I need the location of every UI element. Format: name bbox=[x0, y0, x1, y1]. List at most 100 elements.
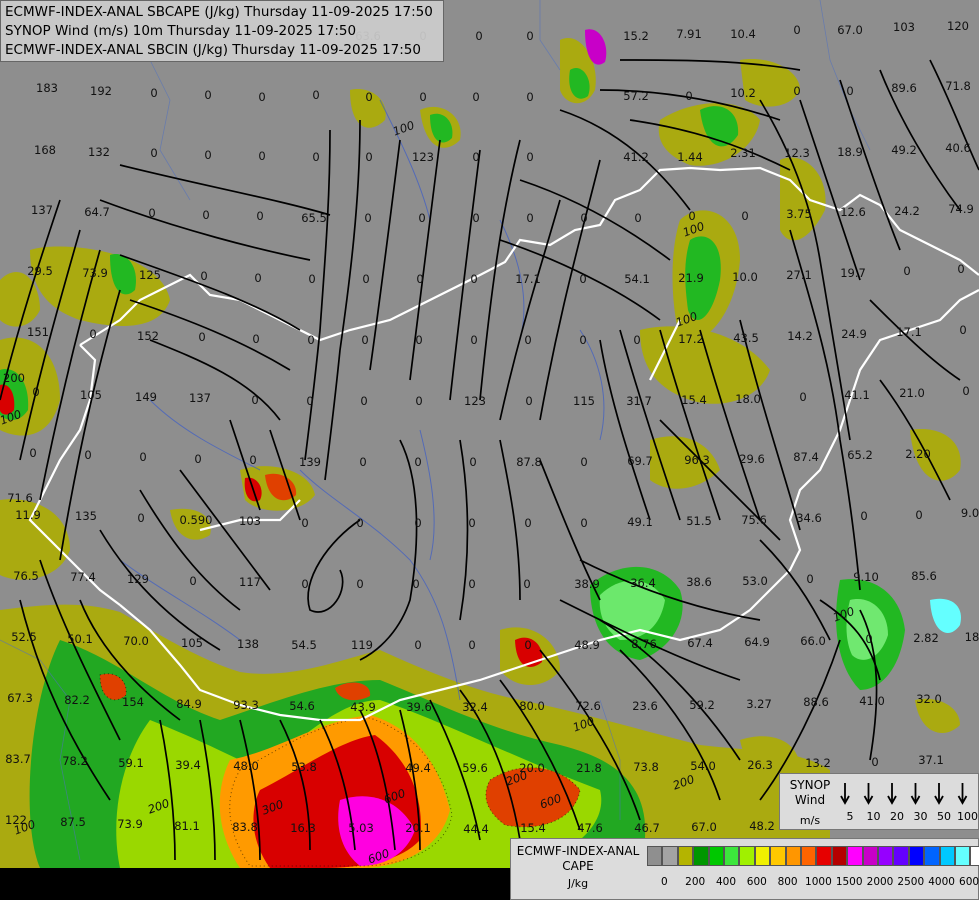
cape-value-label: 139 bbox=[299, 455, 321, 469]
cape-value-label: 0 bbox=[526, 211, 533, 225]
cape-value-label: 76.5 bbox=[13, 569, 39, 583]
cape-value-label: 3.75 bbox=[786, 207, 812, 221]
cape-value-label: 67.0 bbox=[837, 23, 863, 37]
cape-value-label: 103 bbox=[239, 514, 261, 528]
cape-value-label: 119 bbox=[351, 638, 373, 652]
cape-value-label: 0 bbox=[472, 211, 479, 225]
cape-value-label: 67.4 bbox=[687, 636, 713, 650]
legend-swatch bbox=[724, 846, 740, 866]
cape-value-label: 0 bbox=[202, 208, 209, 222]
legend-tick-label: 1500 bbox=[835, 876, 863, 888]
cape-value-label: 0 bbox=[959, 323, 966, 337]
cape-value-label: 24.9 bbox=[841, 327, 867, 341]
cape-value-label: 0 bbox=[89, 327, 96, 341]
cape-value-label: 32.4 bbox=[462, 700, 488, 714]
cape-value-label: 31.7 bbox=[626, 394, 652, 408]
cape-value-label: 0 bbox=[365, 150, 372, 164]
cape-value-label: 89.6 bbox=[891, 81, 917, 95]
legend-tick-label: 2000 bbox=[866, 876, 894, 888]
cape-value-label: 43.9 bbox=[350, 700, 376, 714]
cape-value-label: 10.0 bbox=[732, 270, 758, 284]
synop-legend-title: SYNOP Wind bbox=[789, 778, 831, 807]
cape-value-label: 57.2 bbox=[623, 89, 649, 103]
legend-swatch bbox=[785, 846, 801, 866]
cape-value-label: 137 bbox=[189, 391, 211, 405]
cape-value-label: 0 bbox=[472, 90, 479, 104]
cape-value-label: 2.82 bbox=[913, 631, 939, 645]
cape-value-label: 0 bbox=[526, 29, 533, 43]
legend-tick-label: 6000 bbox=[959, 876, 979, 888]
cape-value-label: 0 bbox=[472, 150, 479, 164]
cape-value-label: 48.2 bbox=[749, 819, 775, 833]
cape-value-label: 105 bbox=[181, 636, 203, 650]
cape-value-label: 0 bbox=[415, 333, 422, 347]
legend-tick-label: 200 bbox=[685, 876, 706, 888]
legend-swatch bbox=[908, 846, 925, 866]
cape-value-label: 49.2 bbox=[891, 143, 917, 157]
cape-value-label: 123 bbox=[464, 394, 486, 408]
cape-value-label: 17.1 bbox=[515, 272, 541, 286]
cape-value-label: 29.5 bbox=[27, 264, 53, 278]
cape-value-label: 149 bbox=[135, 390, 157, 404]
cape-value-label: 52.5 bbox=[11, 630, 37, 644]
cape-value-label: 3.27 bbox=[746, 697, 772, 711]
cape-value-label: 21.0 bbox=[899, 386, 925, 400]
cape-value-label: 0 bbox=[525, 394, 532, 408]
cape-value-label: 0 bbox=[524, 516, 531, 530]
cape-value-label: 53.8 bbox=[291, 760, 317, 774]
cape-value-label: 0 bbox=[633, 333, 640, 347]
synop-wind-legend: SYNOP Wind m/s 5 10 20 30 50 100 bbox=[779, 773, 979, 830]
legend-tick-label: 1000 bbox=[805, 876, 832, 888]
synop-legend-value: 10 bbox=[866, 810, 881, 823]
cape-value-label: 0 bbox=[137, 511, 144, 525]
cape-value-label: 10.4 bbox=[730, 27, 756, 41]
cape-value-label: 0 bbox=[524, 638, 531, 652]
cape-value-label: 0 bbox=[903, 264, 910, 278]
cape-value-label: 0 bbox=[312, 88, 319, 102]
cape-value-label: 129 bbox=[127, 572, 149, 586]
cape-value-label: 11.9 bbox=[15, 508, 41, 522]
cape-value-label: 34.6 bbox=[796, 511, 822, 525]
cape-value-label: 0 bbox=[414, 638, 421, 652]
cape-value-label: 0 bbox=[962, 384, 969, 398]
cape-value-label: 137 bbox=[31, 203, 53, 217]
cape-value-label: 87.4 bbox=[793, 450, 819, 464]
cape-value-label: 0 bbox=[258, 149, 265, 163]
cape-value-label: 32.0 bbox=[916, 692, 942, 706]
cape-value-label: 0 bbox=[251, 393, 258, 407]
cape-value-label: 0 bbox=[806, 572, 813, 586]
cape-value-label: 65.5 bbox=[301, 211, 327, 225]
legend-swatch bbox=[647, 846, 663, 866]
legend-swatch bbox=[693, 846, 709, 866]
cape-value-label: 0 bbox=[308, 272, 315, 286]
title-sbcape: ECMWF-INDEX-ANAL SBCAPE (J/kg) Thursday … bbox=[5, 4, 433, 20]
legend-swatch bbox=[924, 846, 940, 866]
cape-value-label: 36.4 bbox=[630, 576, 656, 590]
cape-value-label: 38.6 bbox=[686, 575, 712, 589]
cape-value-label: 14.2 bbox=[787, 329, 813, 343]
legend-tick-label: 0 bbox=[661, 876, 668, 888]
cape-value-label: 0 bbox=[580, 211, 587, 225]
cape-value-label: 53.0 bbox=[742, 574, 768, 588]
cape-value-label: 152 bbox=[137, 329, 159, 343]
cape-value-label: 84.9 bbox=[176, 697, 202, 711]
cape-value-label: 0 bbox=[470, 272, 477, 286]
cape-value-label: 0 bbox=[204, 88, 211, 102]
cape-value-label: 64.9 bbox=[744, 635, 770, 649]
cape-value-label: 71.6 bbox=[7, 491, 33, 505]
cape-value-label: 0 bbox=[361, 333, 368, 347]
cape-value-label: 77.4 bbox=[70, 570, 96, 584]
cape-value-label: 69.7 bbox=[627, 454, 653, 468]
cape-value-label: 183 bbox=[36, 81, 58, 95]
cape-legend-title: ECMWF-INDEX-ANAL CAPE bbox=[516, 844, 640, 873]
cape-value-label: 0 bbox=[580, 516, 587, 530]
legend-tick-label: 800 bbox=[777, 876, 798, 888]
cape-value-label: 82.2 bbox=[64, 693, 90, 707]
cape-map: 183192000000000063.6015.27.9110.4067.010… bbox=[0, 0, 979, 900]
cape-value-label: 54.6 bbox=[289, 699, 315, 713]
cape-value-label: 0 bbox=[312, 150, 319, 164]
legend-swatch bbox=[955, 846, 971, 866]
cape-value-label: 0 bbox=[579, 272, 586, 286]
cape-value-label: 1.44 bbox=[677, 150, 703, 164]
cape-value-label: 66.0 bbox=[800, 634, 826, 648]
